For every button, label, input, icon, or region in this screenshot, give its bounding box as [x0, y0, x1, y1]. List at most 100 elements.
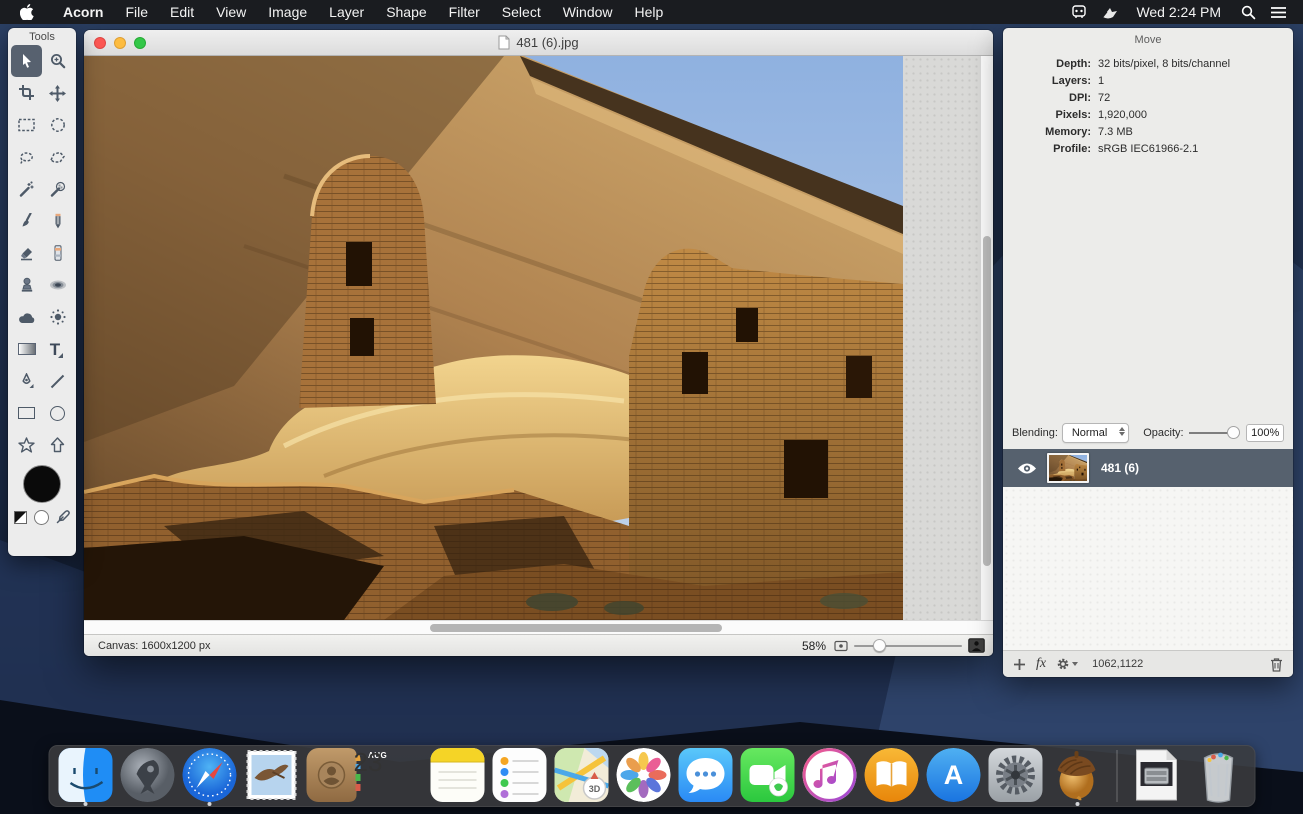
horizontal-scrollbar-thumb[interactable] — [430, 624, 722, 632]
tool-magic-wand-button[interactable] — [11, 173, 42, 205]
tool-soft-eraser-button[interactable] — [42, 237, 73, 269]
menu-item-help[interactable]: Help — [624, 0, 675, 24]
tool-polygon-lasso-button[interactable] — [42, 141, 73, 173]
layer-actions-button[interactable] — [1056, 657, 1078, 671]
opacity-slider[interactable] — [1189, 426, 1239, 440]
tool-line-button[interactable] — [42, 365, 73, 397]
layer-row-selected[interactable]: 481 (6) — [1003, 449, 1293, 487]
inspector-title: Move — [1003, 34, 1293, 46]
tool-pan-button[interactable] — [42, 77, 73, 109]
image-canvas[interactable] — [84, 56, 903, 620]
tool-sharpen-button[interactable] — [42, 301, 73, 333]
menu-extra-pointer-icon[interactable] — [1096, 0, 1122, 24]
notification-center-icon[interactable] — [1265, 0, 1291, 24]
tool-rect-select-button[interactable] — [11, 109, 42, 141]
zoom-in-image-icon[interactable] — [968, 638, 985, 653]
dock-item-photos[interactable] — [616, 748, 670, 804]
dock-item-trash[interactable] — [1191, 748, 1245, 804]
vertical-scrollbar[interactable] — [980, 56, 993, 620]
zoom-out-image-icon[interactable] — [834, 640, 848, 652]
blending-select[interactable]: Normal — [1062, 423, 1129, 443]
tool-ellipse-select-button[interactable] — [42, 109, 73, 141]
window-titlebar[interactable]: 481 (6).jpg — [84, 30, 993, 56]
tools-palette: Tools — [8, 28, 76, 556]
tool-move-button[interactable] — [11, 45, 42, 77]
menu-item-filter[interactable]: Filter — [438, 0, 491, 24]
tool-instant-alpha-button[interactable] — [42, 173, 73, 205]
dock-item-reminders[interactable] — [492, 748, 546, 804]
tool-pencil-button[interactable] — [42, 205, 73, 237]
menu-item-edit[interactable]: Edit — [159, 0, 205, 24]
maps-3d-badge: 3D — [588, 784, 600, 794]
dock-item-system-preferences[interactable] — [988, 748, 1042, 804]
tool-pen-button[interactable] — [11, 365, 42, 397]
menu-item-window[interactable]: Window — [552, 0, 624, 24]
dock-item-app-store[interactable]: A — [926, 748, 980, 804]
minimize-button[interactable] — [114, 37, 126, 49]
tool-brush-button[interactable] — [11, 205, 42, 237]
dock-item-calendar[interactable]: AUG 23 — [368, 748, 422, 804]
facetime-icon — [740, 748, 794, 802]
menu-item-file[interactable]: File — [114, 0, 159, 24]
menu-item-view[interactable]: View — [205, 0, 257, 24]
tool-crop-button[interactable] — [11, 77, 42, 109]
zoom-slider[interactable] — [854, 639, 962, 653]
tool-eraser-button[interactable] — [11, 237, 42, 269]
dock-item-acorn[interactable] — [1050, 748, 1104, 804]
zoom-slider-thumb[interactable] — [873, 639, 886, 652]
tool-gradient-button[interactable] — [11, 333, 42, 365]
itunes-icon — [802, 748, 856, 802]
apple-menu[interactable] — [0, 4, 52, 20]
menu-item-image[interactable]: Image — [257, 0, 318, 24]
menu-item-shape[interactable]: Shape — [375, 0, 437, 24]
add-layer-button[interactable] — [1013, 658, 1026, 671]
layer-fx-button[interactable]: fx — [1036, 656, 1046, 672]
tool-text-button[interactable]: T — [42, 333, 73, 365]
default-colors-swatch[interactable] — [14, 511, 27, 524]
tool-star-shape-button[interactable] — [11, 429, 42, 461]
dock-item-maps[interactable]: 3D — [554, 748, 608, 804]
layer-list-empty-area[interactable] — [1003, 487, 1293, 650]
tool-ellipse-shape-button[interactable] — [42, 397, 73, 429]
tool-zoom-button[interactable] — [42, 45, 73, 77]
tool-smudge-button[interactable] — [42, 269, 73, 301]
dock-item-finder[interactable] — [58, 748, 112, 804]
delete-layer-trash-icon[interactable] — [1270, 657, 1283, 672]
opacity-value-field[interactable]: 100% — [1246, 424, 1284, 442]
background-color-well[interactable] — [34, 510, 49, 525]
dock-item-contacts[interactable] — [306, 748, 360, 804]
zoom-slider-track[interactable] — [854, 645, 962, 647]
dock-item-facetime[interactable] — [740, 748, 794, 804]
menu-extra-robot-icon[interactable] — [1066, 0, 1092, 24]
dock-item-itunes[interactable] — [802, 748, 856, 804]
horizontal-scrollbar[interactable] — [84, 620, 993, 634]
zoom-window-button[interactable] — [134, 37, 146, 49]
menu-item-select[interactable]: Select — [491, 0, 552, 24]
dock-item-launchpad[interactable] — [120, 748, 174, 804]
soft-eraser-icon — [52, 245, 64, 261]
tool-blur-button[interactable] — [11, 301, 42, 333]
tool-rectangle-shape-button[interactable] — [11, 397, 42, 429]
spotlight-search-icon[interactable] — [1235, 0, 1261, 24]
tool-clone-stamp-button[interactable] — [11, 269, 42, 301]
dock-item-messages[interactable] — [678, 748, 732, 804]
eyedropper-icon[interactable] — [56, 510, 70, 524]
close-button[interactable] — [94, 37, 106, 49]
menubar-clock[interactable]: Wed 2:24 PM — [1126, 4, 1231, 20]
dock-item-document-file[interactable] — [1129, 748, 1183, 804]
opacity-slider-thumb[interactable] — [1227, 426, 1240, 439]
cursor-coordinates: 1062,1122 — [1092, 658, 1143, 670]
dock-item-ibooks[interactable] — [864, 748, 918, 804]
menu-item-acorn[interactable]: Acorn — [52, 4, 114, 20]
layer-visibility-eye-icon[interactable] — [1017, 462, 1037, 475]
vertical-scrollbar-thumb[interactable] — [983, 236, 991, 566]
dock-item-notes[interactable] — [430, 748, 484, 804]
dock-item-safari[interactable] — [182, 748, 236, 804]
magic-wand-icon — [18, 181, 35, 197]
dock-item-mail[interactable] — [244, 748, 298, 804]
foreground-color-well[interactable] — [23, 465, 61, 503]
opacity-label: Opacity: — [1143, 427, 1183, 439]
menu-item-layer[interactable]: Layer — [318, 0, 375, 24]
tool-lasso-button[interactable] — [11, 141, 42, 173]
tool-arrow-shape-button[interactable] — [42, 429, 73, 461]
